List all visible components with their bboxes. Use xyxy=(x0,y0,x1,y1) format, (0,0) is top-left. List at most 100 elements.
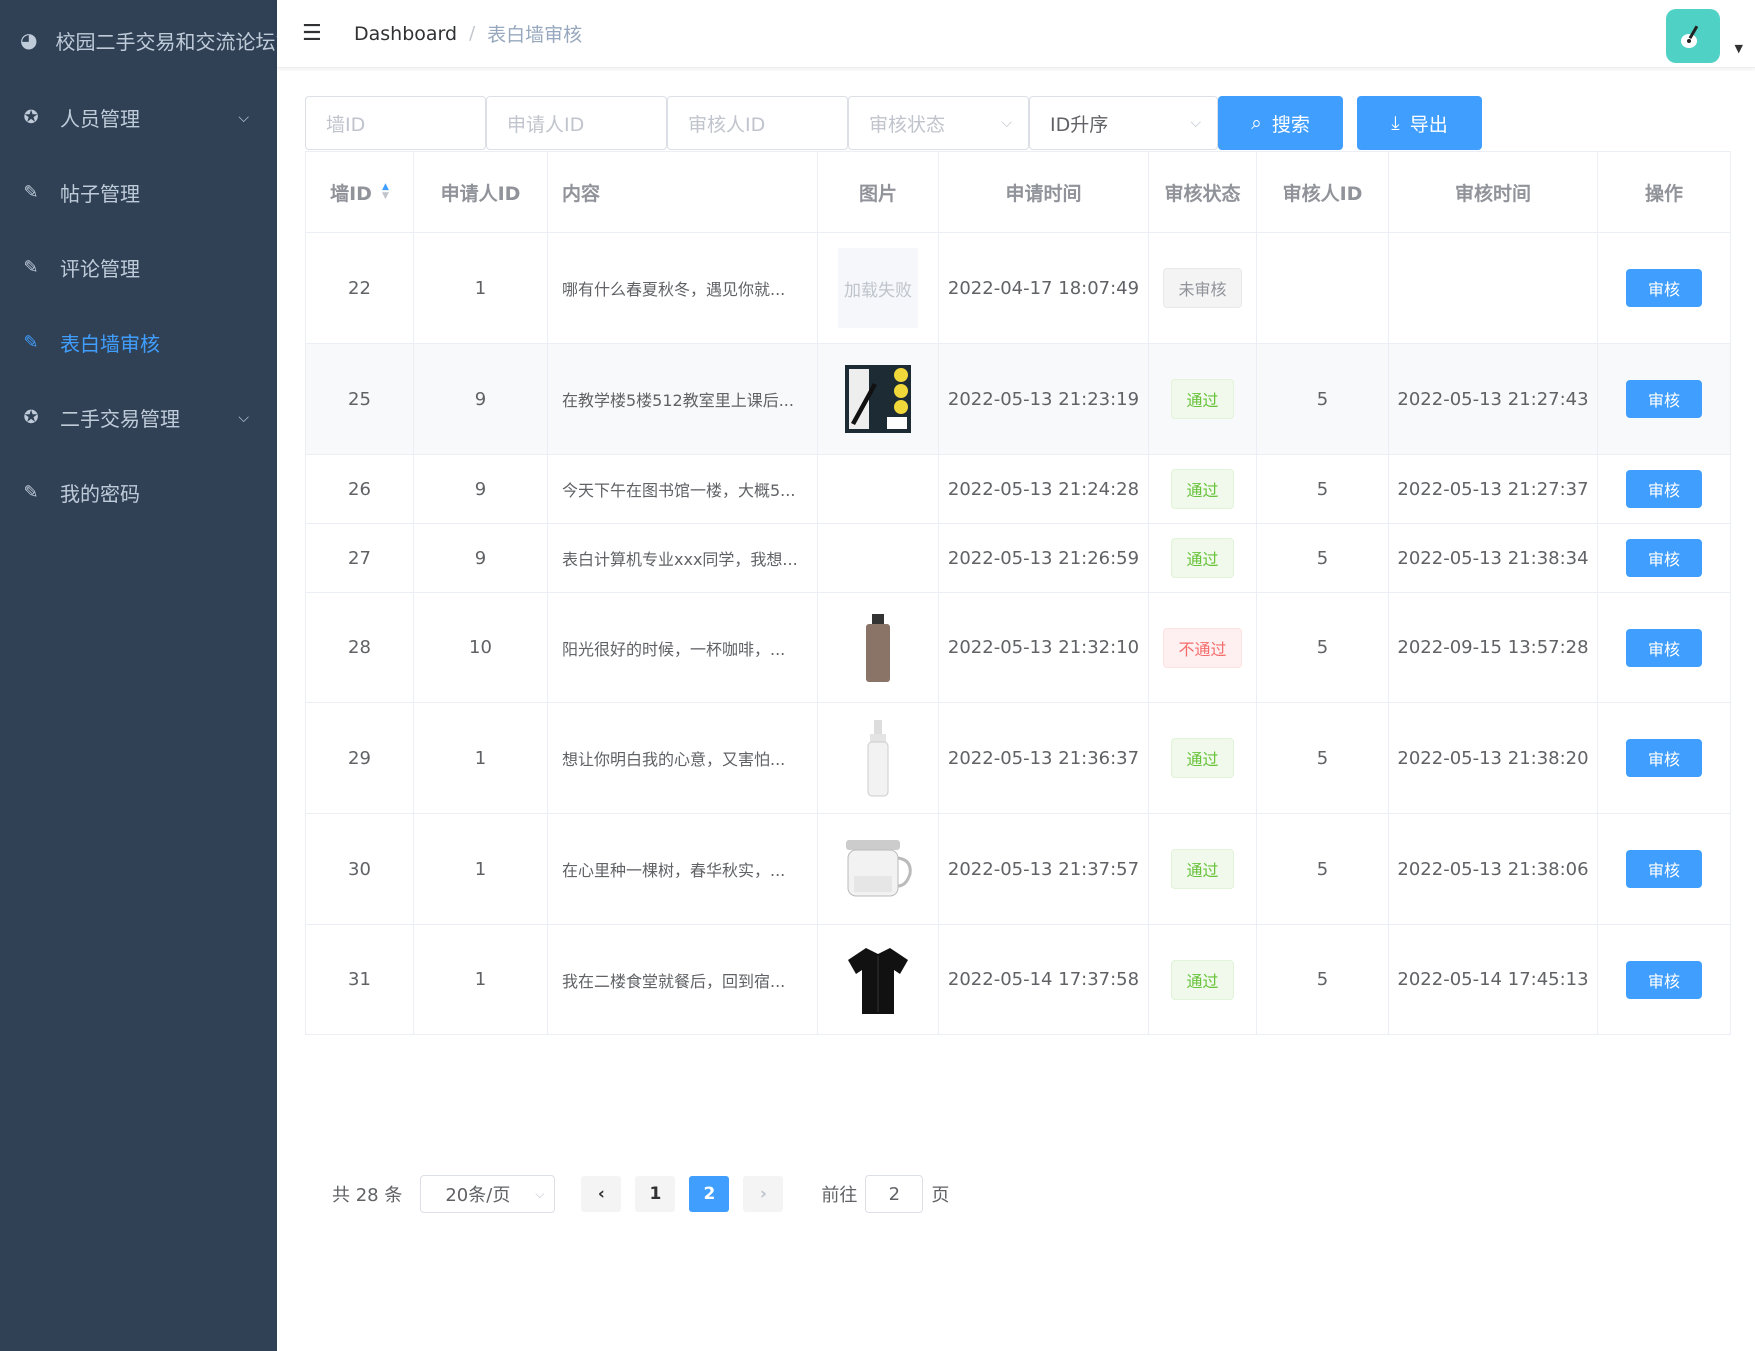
cell-apply-time: 2022-05-14 17:37:58 xyxy=(939,925,1149,1034)
cell-content: 阳光很好的时候，一杯咖啡，... xyxy=(548,593,818,702)
review-button[interactable]: 审核 xyxy=(1626,380,1702,418)
wall-id-input[interactable]: 墙ID xyxy=(305,96,486,150)
hamburger-icon[interactable]: ☰ xyxy=(302,21,324,46)
status-badge: 通过 xyxy=(1171,849,1234,889)
cell-wall-id: 30 xyxy=(306,814,414,924)
cell-content: 想让你明白我的心意，又害怕... xyxy=(548,703,818,813)
goto-label: 前往 xyxy=(821,1185,858,1206)
status-badge: 通过 xyxy=(1171,469,1234,509)
sidebar-item-3[interactable]: ✎ 表白墙审核 xyxy=(0,305,277,380)
cell-applicant-id: 9 xyxy=(414,524,548,592)
teapot-image[interactable] xyxy=(838,829,918,909)
avatar[interactable] xyxy=(1666,9,1720,63)
header-review-time: 审核时间 xyxy=(1389,152,1598,232)
table-body: 22 1 哪有什么春夏秋冬，遇见你就... 加载失败 2022-04-17 18:07:… xyxy=(306,233,1730,1035)
next-page-button[interactable]: › xyxy=(743,1176,784,1212)
search-button[interactable]: ⌕ 搜索 xyxy=(1218,96,1343,150)
spray-bottle-image[interactable] xyxy=(838,718,918,798)
sidebar-item-1[interactable]: ✎ 帖子管理 xyxy=(0,155,277,230)
page-2-button[interactable]: 2 xyxy=(689,1176,730,1212)
cell-review-time: 2022-05-14 17:45:13 xyxy=(1389,925,1598,1034)
sidebar-item-0[interactable]: ✪ 人员管理 ⌵ xyxy=(0,80,277,155)
cell-review-time: 2022-05-13 21:27:43 xyxy=(1389,344,1598,454)
review-button[interactable]: 审核 xyxy=(1626,539,1702,577)
sidebar-menu: ✪ 人员管理 ⌵ ✎ 帖子管理 ✎ 评论管理 ✎ 表白墙审核 ✪ 二手交易管理 ⌵ ✎ 我的密码 xyxy=(0,80,277,530)
bottle-image[interactable] xyxy=(838,608,918,688)
page-suffix: 页 xyxy=(931,1185,950,1206)
cell-reviewer-id: 5 xyxy=(1257,344,1389,454)
cell-image xyxy=(818,814,939,924)
cell-status: 不通过 xyxy=(1149,593,1257,702)
cell-content: 我在二楼食堂就餐后，回到宿... xyxy=(548,925,818,1034)
edit-icon: ✎ xyxy=(23,482,39,503)
table-row: 31 1 我在二楼食堂就餐后，回到宿... 2022-05-14 17:37:58 通过… xyxy=(306,925,1730,1035)
status-badge: 通过 xyxy=(1171,959,1234,1000)
review-button[interactable]: 审核 xyxy=(1626,960,1702,999)
review-button[interactable]: 审核 xyxy=(1626,628,1702,667)
filter-bar: 墙ID 申请人ID 审核人ID 审核状态 ⌵ ID升序 ⌵ ⌕ 搜索 ⤓ 导出 xyxy=(305,96,1482,150)
main-area: ☰ Dashboard / 表白墙审核 ▼ 墙ID 申请人ID 审核人ID 审核… xyxy=(277,0,1755,1351)
sort-icon[interactable]: ▲ ▼ xyxy=(382,183,389,201)
status-badge: 未审核 xyxy=(1163,268,1242,308)
breadcrumb-dashboard[interactable]: Dashboard xyxy=(354,23,457,45)
black-shirt-image[interactable] xyxy=(838,940,918,1020)
cell-image xyxy=(818,524,939,592)
header-image: 图片 xyxy=(818,152,939,232)
page-1-button[interactable]: 1 xyxy=(635,1176,676,1212)
cell-review-time: 2022-05-13 21:27:37 xyxy=(1389,455,1598,523)
export-button[interactable]: ⤓ 导出 xyxy=(1357,96,1482,150)
applicant-id-input[interactable]: 申请人ID xyxy=(486,96,667,150)
review-button[interactable]: 审核 xyxy=(1626,739,1702,777)
table-row: 26 9 今天下午在图书馆一楼，大概5... 2022-05-13 21:24:28 通… xyxy=(306,455,1730,524)
header-reviewer-id: 审核人ID xyxy=(1257,152,1389,232)
avatar-caret-icon[interactable]: ▼ xyxy=(1735,42,1743,55)
sidebar-item-label: 我的密码 xyxy=(60,482,140,506)
cell-applicant-id: 9 xyxy=(414,455,548,523)
cell-applicant-id: 1 xyxy=(414,703,548,813)
prev-page-button[interactable]: ‹ xyxy=(581,1176,622,1212)
sidebar-item-label: 人员管理 xyxy=(60,107,140,131)
cell-actions: 审核 xyxy=(1598,524,1730,592)
cell-wall-id: 29 xyxy=(306,703,414,813)
reviewer-id-input[interactable]: 审核人ID xyxy=(667,96,848,150)
table-row: 22 1 哪有什么春夏秋冬，遇见你就... 加载失败 2022-04-17 18:07:… xyxy=(306,233,1730,344)
goto-page-input[interactable]: 2 xyxy=(865,1175,924,1213)
review-button[interactable]: 审核 xyxy=(1626,470,1702,508)
review-button[interactable]: 审核 xyxy=(1626,850,1702,888)
cell-content: 今天下午在图书馆一楼，大概5... xyxy=(548,455,818,523)
header-applicant-id: 申请人ID xyxy=(414,152,548,232)
header-wall-id[interactable]: 墙ID ▲ ▼ xyxy=(306,152,414,232)
cell-actions: 审核 xyxy=(1598,233,1730,343)
sidebar-item-label: 二手交易管理 xyxy=(60,407,180,431)
image-load-failed[interactable]: 加载失败 xyxy=(838,248,918,328)
status-select[interactable]: 审核状态 ⌵ xyxy=(848,96,1029,150)
cell-review-time xyxy=(1389,233,1598,343)
gear-icon: ✪ xyxy=(23,407,39,428)
cell-image xyxy=(818,344,939,454)
book-cover-image[interactable] xyxy=(838,359,918,439)
cell-image: 加载失败 xyxy=(818,233,939,343)
cell-applicant-id: 9 xyxy=(414,344,548,454)
cell-wall-id: 26 xyxy=(306,455,414,523)
gear-icon: ✪ xyxy=(23,107,39,128)
sidebar-item-4[interactable]: ✪ 二手交易管理 ⌵ xyxy=(0,380,277,455)
edit-icon: ✎ xyxy=(23,257,39,278)
cell-status: 未审核 xyxy=(1149,233,1257,343)
cell-status: 通过 xyxy=(1149,344,1257,454)
sort-select[interactable]: ID升序 ⌵ xyxy=(1029,96,1218,150)
table-row: 28 10 阳光很好的时候，一杯咖啡，... 2022-05-13 21:32:10 不… xyxy=(306,593,1730,703)
cell-image xyxy=(818,593,939,702)
review-button[interactable]: 审核 xyxy=(1626,269,1702,307)
app-brand[interactable]: ◕ 校园二手交易和交流论坛管 xyxy=(0,0,277,80)
cell-image xyxy=(818,455,939,523)
navbar: ☰ Dashboard / 表白墙审核 ▼ xyxy=(277,0,1755,68)
page-size-select[interactable]: 20条/页 ⌵ xyxy=(420,1175,556,1213)
pagination: 共 28 条 20条/页 ⌵ ‹ 1 2 › 前往 2 页 xyxy=(332,1175,949,1213)
sidebar-item-2[interactable]: ✎ 评论管理 xyxy=(0,230,277,305)
breadcrumb-current: 表白墙审核 xyxy=(487,24,583,46)
download-icon: ⤓ xyxy=(1391,112,1400,134)
cell-actions: 审核 xyxy=(1598,455,1730,523)
sidebar-item-5[interactable]: ✎ 我的密码 xyxy=(0,455,277,530)
cell-content: 在教学楼5楼512教室里上课后... xyxy=(548,344,818,454)
breadcrumb-separator: / xyxy=(469,23,476,44)
